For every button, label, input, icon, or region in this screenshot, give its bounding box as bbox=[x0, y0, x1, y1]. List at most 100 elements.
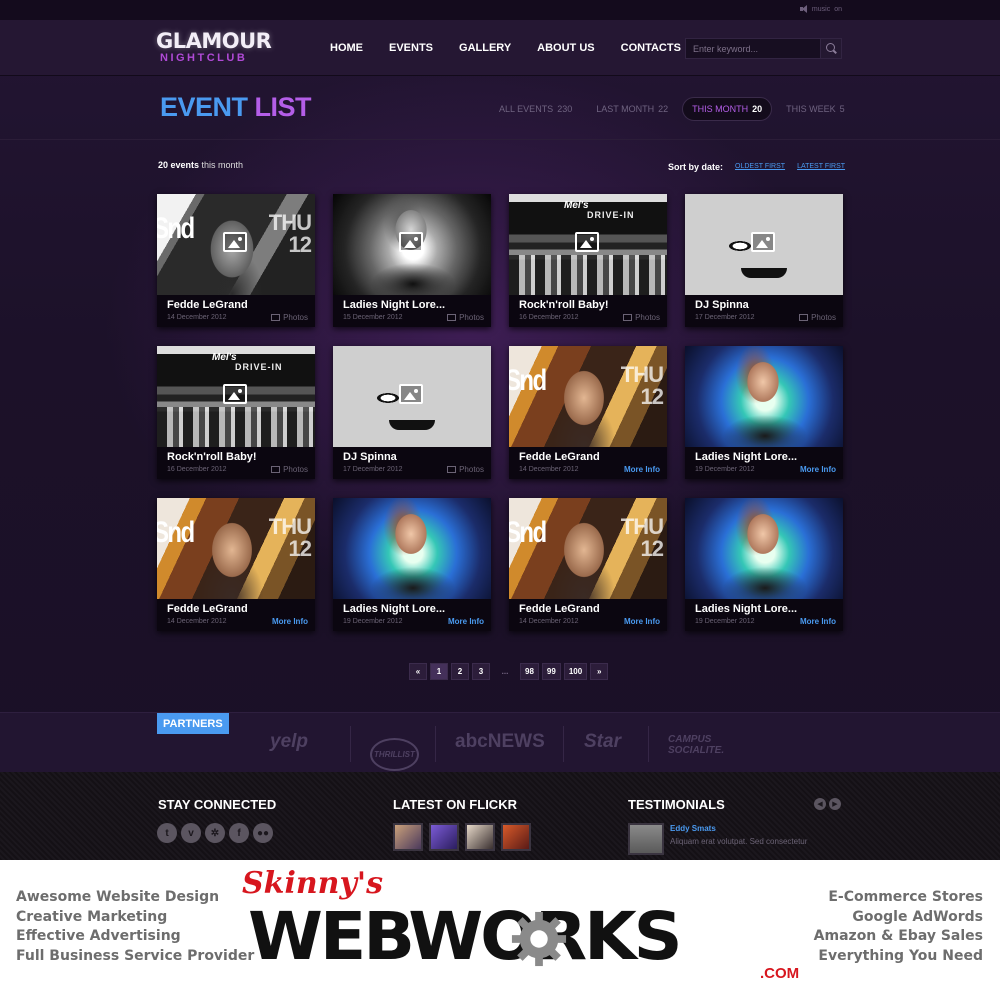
skype-icon[interactable]: ✲ bbox=[205, 823, 225, 843]
sort-oldest-first[interactable]: OLDEST FIRST bbox=[735, 162, 785, 172]
event-card[interactable]: Ladies Night Lore... 19 December 2012 More… bbox=[685, 346, 843, 479]
event-title[interactable]: DJ Spinna bbox=[343, 451, 481, 463]
event-link-label: Photos bbox=[811, 313, 836, 322]
flickr-photo[interactable] bbox=[501, 823, 531, 851]
prev-page-button[interactable]: « bbox=[409, 663, 427, 680]
logo[interactable]: GLAMOUR NIGHTCLUB bbox=[156, 30, 290, 70]
filter-all-events[interactable]: ALL EVENTS 230 bbox=[499, 104, 572, 114]
event-title[interactable]: DJ Spinna bbox=[695, 299, 833, 311]
nav-gallery[interactable]: GALLERY bbox=[459, 42, 511, 54]
filter-this-month[interactable]: THIS MONTH 20 bbox=[682, 97, 773, 121]
thumb-text: THU 12 bbox=[268, 514, 312, 561]
event-photos-link[interactable]: Photos bbox=[447, 465, 484, 474]
nav-contacts[interactable]: CONTACTS bbox=[621, 42, 681, 54]
event-photos-link[interactable]: Photos bbox=[623, 313, 660, 322]
thumb-text: THU 12 bbox=[620, 514, 664, 561]
event-card[interactable]: Snd THU 12 Fedde LeGrand 14 December 2012 Pho… bbox=[157, 194, 315, 327]
nav-about-us[interactable]: ABOUT US bbox=[537, 42, 594, 54]
event-title[interactable]: Fedde LeGrand bbox=[167, 603, 305, 615]
event-more-info-link[interactable]: More Info bbox=[448, 617, 484, 626]
event-title[interactable]: Fedde LeGrand bbox=[519, 451, 657, 463]
event-card[interactable]: DJ Spinna 17 December 2012 Photos bbox=[685, 194, 843, 327]
event-link-label: More Info bbox=[448, 617, 484, 626]
page-button[interactable]: 1 bbox=[430, 663, 448, 680]
event-thumbnail[interactable] bbox=[333, 194, 491, 295]
event-thumbnail[interactable]: Snd THU 12 bbox=[157, 498, 315, 599]
event-card[interactable]: Ladies Night Lore... 15 December 2012 Phot… bbox=[333, 194, 491, 327]
logo-sub: NIGHTCLUB bbox=[160, 52, 248, 64]
event-thumbnail[interactable] bbox=[333, 498, 491, 599]
event-thumbnail[interactable] bbox=[685, 194, 843, 295]
event-card[interactable]: Ladies Night Lore... 19 December 2012 More… bbox=[685, 498, 843, 631]
event-thumbnail[interactable] bbox=[685, 346, 843, 447]
event-thumbnail[interactable]: Snd THU 12 bbox=[509, 346, 667, 447]
event-more-info-link[interactable]: More Info bbox=[800, 465, 836, 474]
event-thumbnail[interactable]: Mel's DRIVE-IN bbox=[157, 346, 315, 447]
event-card[interactable]: Snd THU 12 Fedde LeGrand 14 December 2012 Mor… bbox=[509, 498, 667, 631]
event-photos-link[interactable]: Photos bbox=[447, 313, 484, 322]
page-button[interactable]: 100 bbox=[563, 663, 588, 680]
event-title[interactable]: Fedde LeGrand bbox=[167, 299, 305, 311]
flickr-icon[interactable]: ●● bbox=[253, 823, 273, 843]
event-title[interactable]: Rock'n'roll Baby! bbox=[167, 451, 305, 463]
flickr-photo[interactable] bbox=[465, 823, 495, 851]
page-button[interactable]: 3 bbox=[472, 663, 490, 680]
partner-logo-campus-socialite[interactable]: CAMPUS SOCIALITE. bbox=[668, 734, 738, 756]
search-input[interactable] bbox=[686, 39, 820, 58]
event-photos-link[interactable]: Photos bbox=[271, 313, 308, 322]
filter-last-month[interactable]: LAST MONTH 22 bbox=[596, 104, 668, 114]
event-card[interactable]: Snd THU 12 Fedde LeGrand 14 December 2012 Mor… bbox=[509, 346, 667, 479]
photo-icon bbox=[799, 314, 809, 321]
thumb-crowd bbox=[157, 407, 315, 447]
event-card[interactable]: DJ Spinna 17 December 2012 Photos bbox=[333, 346, 491, 479]
sort-latest-first[interactable]: LATEST FIRST bbox=[797, 162, 845, 172]
gear-icon bbox=[511, 911, 567, 967]
testimonial-name[interactable]: Eddy Smats bbox=[670, 824, 716, 833]
filter-this-week[interactable]: THIS WEEK 5 bbox=[786, 104, 845, 114]
event-more-info-link[interactable]: More Info bbox=[272, 617, 308, 626]
event-more-info-link[interactable]: More Info bbox=[624, 465, 660, 474]
event-title[interactable]: Ladies Night Lore... bbox=[343, 603, 481, 615]
event-thumbnail[interactable]: Snd THU 12 bbox=[509, 498, 667, 599]
nav-home[interactable]: HOME bbox=[330, 42, 363, 54]
event-card[interactable]: Snd THU 12 Fedde LeGrand 14 December 2012 Mor… bbox=[157, 498, 315, 631]
event-photos-link[interactable]: Photos bbox=[271, 465, 308, 474]
event-link-label: More Info bbox=[272, 617, 308, 626]
page-button[interactable]: 98 bbox=[520, 663, 539, 680]
event-title[interactable]: Ladies Night Lore... bbox=[695, 451, 833, 463]
partner-logo-star[interactable]: Star bbox=[584, 731, 621, 753]
next-page-button[interactable]: » bbox=[590, 663, 609, 680]
event-title[interactable]: Rock'n'roll Baby! bbox=[519, 299, 657, 311]
event-title[interactable]: Ladies Night Lore... bbox=[695, 603, 833, 615]
event-card[interactable]: Ladies Night Lore... 19 December 2012 More… bbox=[333, 498, 491, 631]
prev-arrow-icon[interactable]: ◀ bbox=[814, 798, 826, 810]
event-card[interactable]: Mel's DRIVE-IN Rock'n'roll Baby! 16 Decembe… bbox=[157, 346, 315, 479]
banner-logo-webworks: WEBWORKS bbox=[248, 898, 683, 975]
partner-logo-thrillist[interactable]: THRILLIST bbox=[370, 738, 419, 771]
event-title[interactable]: Ladies Night Lore... bbox=[343, 299, 481, 311]
event-thumbnail[interactable]: Mel's DRIVE-IN bbox=[509, 194, 667, 295]
event-photos-link[interactable]: Photos bbox=[799, 313, 836, 322]
facebook-icon[interactable]: f bbox=[229, 823, 249, 843]
music-toggle[interactable]: music on bbox=[799, 5, 842, 13]
event-more-info-link[interactable]: More Info bbox=[624, 617, 660, 626]
banner-item: Awesome Website Design bbox=[16, 889, 220, 905]
vimeo-icon[interactable]: v bbox=[181, 823, 201, 843]
partner-logo-yelp[interactable]: yelp bbox=[270, 731, 308, 753]
event-title[interactable]: Fedde LeGrand bbox=[519, 603, 657, 615]
flickr-photo[interactable] bbox=[429, 823, 459, 851]
search-icon[interactable] bbox=[820, 39, 841, 58]
page-button[interactable]: 2 bbox=[451, 663, 469, 680]
event-card[interactable]: Mel's DRIVE-IN Rock'n'roll Baby! 16 Decembe… bbox=[509, 194, 667, 327]
event-thumbnail[interactable] bbox=[333, 346, 491, 447]
flickr-photo[interactable] bbox=[393, 823, 423, 851]
event-thumbnail[interactable]: Snd THU 12 bbox=[157, 194, 315, 295]
partner-logo-abcnews[interactable]: abcNEWS bbox=[455, 731, 545, 753]
event-thumbnail[interactable] bbox=[685, 498, 843, 599]
page-button[interactable]: 99 bbox=[541, 663, 561, 680]
nav-events[interactable]: EVENTS bbox=[389, 42, 433, 54]
twitter-icon[interactable]: t bbox=[157, 823, 177, 843]
next-arrow-icon[interactable]: ▶ bbox=[829, 798, 841, 810]
pagination: «1 2 3... 98 99 100» bbox=[409, 663, 611, 680]
event-more-info-link[interactable]: More Info bbox=[800, 617, 836, 626]
